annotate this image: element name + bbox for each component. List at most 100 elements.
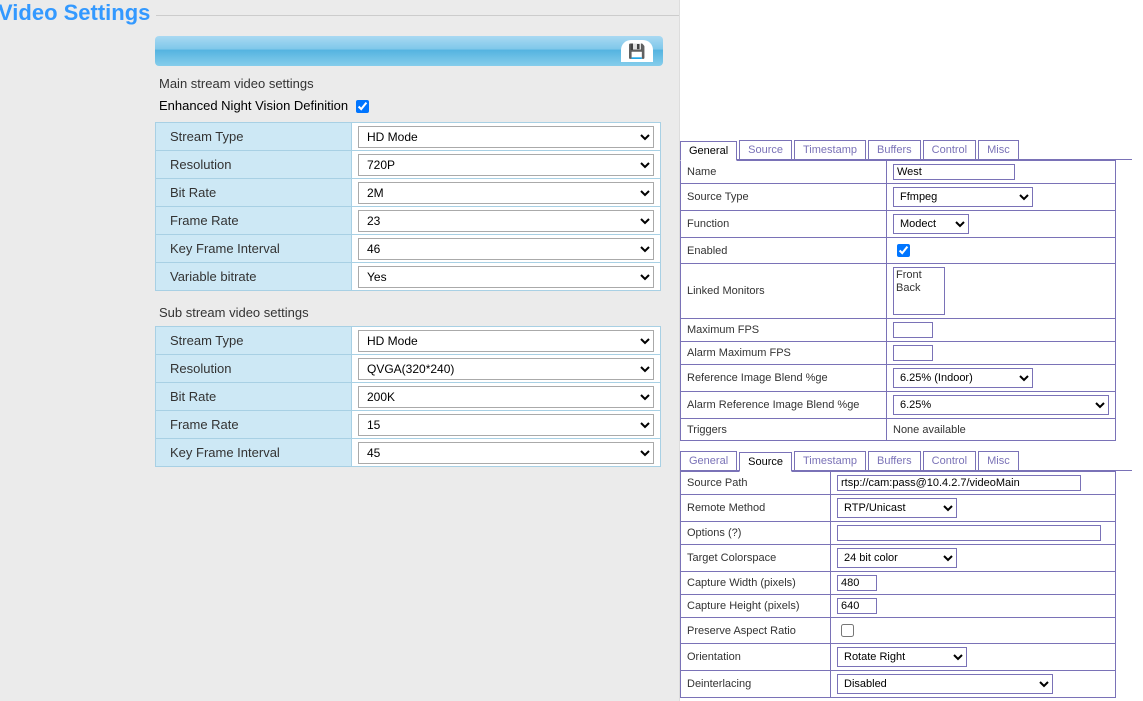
capture-height-label: Capture Height (pixels) [687,600,800,612]
envd-label: Enhanced Night Vision Definition [159,98,348,113]
zm-tabs-general: GeneralSourceTimestampBuffersControlMisc [680,140,1132,160]
sub-stream-title: Sub stream video settings [159,305,679,320]
tab-control[interactable]: Control [923,451,976,470]
name-input[interactable] [893,164,1015,180]
tab-source[interactable]: Source [739,452,792,472]
options-input[interactable] [837,525,1101,541]
main-stream-select[interactable]: HD Mode [358,126,654,148]
main-stream-select[interactable]: 46 [358,238,654,260]
name-label: Name [687,166,716,178]
linked-monitors-listbox[interactable]: FrontBack [893,267,945,315]
main-stream-select[interactable]: 720P [358,154,654,176]
alarm-max-fps-input[interactable] [893,345,933,361]
table-row: Resolution QVGA(320*240) [156,355,661,383]
alarm-ref-blend-select[interactable]: 6.25% [893,395,1109,415]
preserve-aspect-checkbox[interactable] [841,624,854,637]
sub-stream-select[interactable]: 200K [358,386,654,408]
tab-general[interactable]: General [680,451,737,470]
video-settings-panel: Video Settings 💾 Main stream video setti… [0,0,680,701]
tab-buffers[interactable]: Buffers [868,451,921,470]
remote-method-select[interactable]: RTP/Unicast [837,498,957,518]
sub-stream-select[interactable]: 15 [358,414,654,436]
colorspace-label: Target Colorspace [687,552,776,564]
orientation-label: Orientation [687,651,741,663]
remote-method-label: Remote Method [687,502,765,514]
tab-timestamp[interactable]: Timestamp [794,140,866,159]
table-row: Stream Type HD Mode [156,123,661,151]
zm-source-table: Source Path Remote Method RTP/Unicast Op… [680,471,1116,698]
save-button[interactable]: 💾 [621,40,653,62]
sub-stream-label: Frame Rate [156,411,352,439]
list-item[interactable]: Front [896,269,942,282]
colorspace-select[interactable]: 24 bit color [837,548,957,568]
table-row: Bit Rate200K [156,383,661,411]
table-row: Resolution 720P [156,151,661,179]
function-select[interactable]: Modect [893,214,969,234]
tab-general[interactable]: General [680,141,737,161]
triggers-label: Triggers [687,424,727,436]
list-item[interactable]: Back [896,282,942,295]
sub-stream-label: Stream Type [156,327,352,355]
capture-height-input[interactable] [837,598,877,614]
main-stream-title: Main stream video settings [159,76,679,91]
tab-misc[interactable]: Misc [978,140,1019,159]
triggers-value: None available [893,424,966,436]
options-label: Options (?) [687,527,741,539]
main-stream-label: Bit Rate [156,179,352,207]
main-stream-label: Frame Rate [156,207,352,235]
enabled-checkbox[interactable] [897,244,910,257]
main-stream-label: Key Frame Interval [156,235,352,263]
table-row: Bit Rate 2M [156,179,661,207]
deinterlacing-select[interactable]: Disabled [837,674,1053,694]
ref-blend-select[interactable]: 6.25% (Indoor) [893,368,1033,388]
header-bar: 💾 [155,36,663,66]
main-stream-select[interactable]: 2M [358,182,654,204]
main-stream-label: Stream Type [156,123,352,151]
table-row: Key Frame Interval45 [156,439,661,467]
tab-control[interactable]: Control [923,140,976,159]
zm-general-table: Name Source Type Ffmpeg Function Modect … [680,160,1116,441]
sub-stream-select[interactable]: 45 [358,442,654,464]
table-row: Frame Rate 15 [156,411,661,439]
source-type-select[interactable]: Ffmpeg [893,187,1033,207]
sub-stream-label: Resolution [156,355,352,383]
alarm-max-fps-label: Alarm Maximum FPS [687,347,791,359]
table-row: Frame Rate 23 [156,207,661,235]
capture-width-input[interactable] [837,575,877,591]
table-row: Stream Type HD Mode [156,327,661,355]
table-row: Variable bitrate Yes [156,263,661,291]
table-row: Key Frame Interval 46 [156,235,661,263]
max-fps-input[interactable] [893,322,933,338]
source-path-label: Source Path [687,477,748,489]
main-stream-select[interactable]: Yes [358,266,654,288]
page-title: Video Settings [0,0,156,30]
sub-stream-table: Stream Type HD Mode Resolution QVGA(320*240… [155,326,661,467]
orientation-select[interactable]: Rotate Right [837,647,967,667]
function-label: Function [687,218,729,230]
source-type-label: Source Type [687,191,749,203]
tab-buffers[interactable]: Buffers [868,140,921,159]
source-path-input[interactable] [837,475,1081,491]
enabled-label: Enabled [687,245,727,257]
tab-misc[interactable]: Misc [978,451,1019,470]
zm-source-block: GeneralSourceTimestampBuffersControlMisc… [680,451,1132,698]
main-stream-label: Variable bitrate [156,263,352,291]
zm-general-block: GeneralSourceTimestampBuffersControlMisc… [680,140,1132,441]
main-stream-select[interactable]: 23 [358,210,654,232]
capture-width-label: Capture Width (pixels) [687,577,796,589]
deinterlacing-label: Deinterlacing [687,678,751,690]
ref-blend-label: Reference Image Blend %ge [687,372,828,384]
alarm-ref-blend-label: Alarm Reference Image Blend %ge [687,399,859,411]
tab-timestamp[interactable]: Timestamp [794,451,866,470]
save-icon: 💾 [628,43,645,60]
preserve-aspect-label: Preserve Aspect Ratio [687,625,796,637]
max-fps-label: Maximum FPS [687,324,759,336]
tab-source[interactable]: Source [739,140,792,159]
zm-tabs-source: GeneralSourceTimestampBuffersControlMisc [680,451,1132,471]
linked-monitors-label: Linked Monitors [687,285,765,297]
envd-checkbox[interactable] [356,100,369,113]
main-stream-table: Stream Type HD Mode Resolution 720P Bit Rate… [155,122,661,291]
main-stream-label: Resolution [156,151,352,179]
sub-stream-select[interactable]: QVGA(320*240) [358,358,654,380]
sub-stream-select[interactable]: HD Mode [358,330,654,352]
